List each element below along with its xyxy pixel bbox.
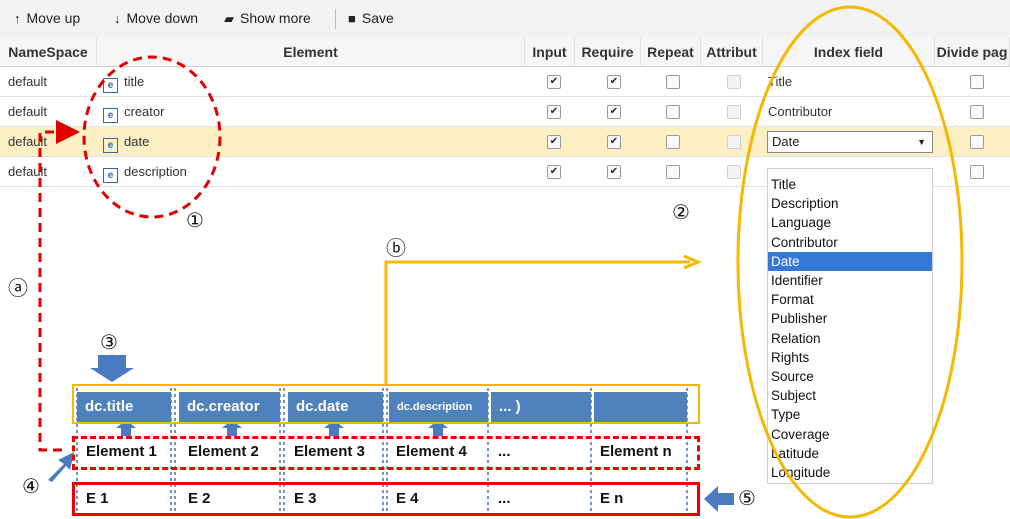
arrow-b-path [384, 260, 690, 384]
e-cell: E 4 [396, 490, 419, 507]
marker-2: ② [672, 202, 690, 224]
e-cell: E 3 [294, 490, 317, 507]
e-cell: E 1 [86, 490, 109, 507]
e-cell: E 2 [188, 490, 211, 507]
schema-cell: dc.date [288, 392, 383, 422]
marker-3: ③ [100, 332, 118, 354]
marker-a: ⓐ [8, 278, 28, 300]
element-cell: ... [498, 443, 511, 460]
marker-5-arrow [704, 486, 734, 512]
element-cell: Element 2 [188, 443, 259, 460]
element-cell: Element 3 [294, 443, 365, 460]
marker-b: ⓑ [386, 238, 406, 260]
marker-5: ⑤ [738, 488, 756, 510]
e-cell: ... [498, 490, 511, 507]
e-cell: E n [600, 490, 624, 507]
arrow-a-path [38, 120, 80, 452]
element-cell: Element 1 [86, 443, 157, 460]
element-ellipse [82, 55, 222, 219]
marker-4: ④ [22, 476, 40, 498]
schema-cell [594, 392, 687, 422]
element-cell: Element n [600, 443, 672, 460]
marker-3-arrow [90, 355, 134, 382]
schema-cell: dc.description [389, 392, 488, 422]
marker-4-arrow [48, 452, 74, 482]
marker-1: ① [186, 210, 204, 232]
element-cell: Element 4 [396, 443, 467, 460]
schema-cell: ... ) [491, 392, 591, 422]
index-field-ellipse [736, 5, 964, 519]
schema-cell: dc.creator [179, 392, 280, 422]
schema-cell: dc.title [77, 392, 171, 422]
